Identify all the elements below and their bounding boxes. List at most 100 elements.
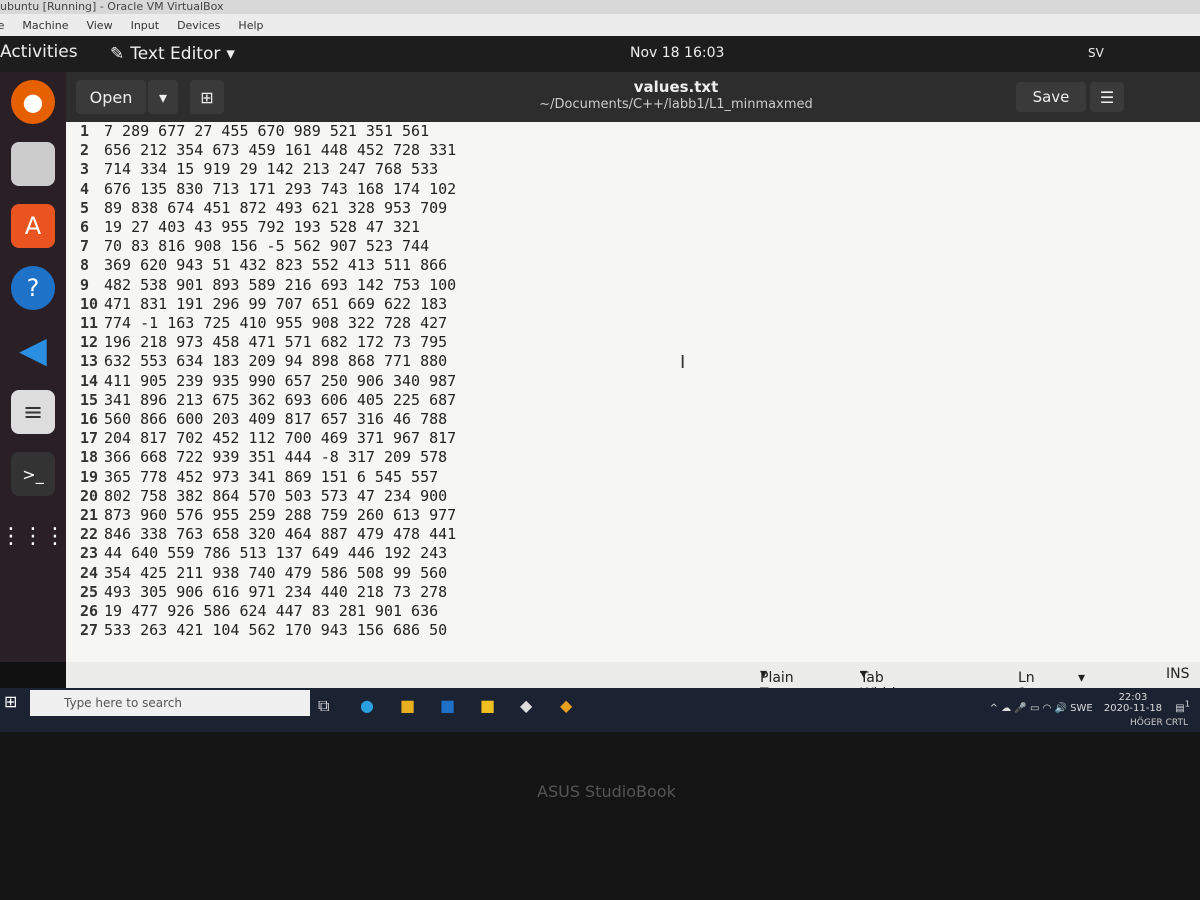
save-button[interactable]: Save <box>1016 82 1086 112</box>
line-number: 15 <box>80 390 99 409</box>
line-content: 471 831 191 296 99 707 651 669 622 183 <box>104 294 448 313</box>
system-tray: ^ ☁ 🎤 ▭ ◠ 🔊 SWE 22:03 2020-11-18 ▤1 <box>990 692 1190 714</box>
text-line: 5 89 838 674 451 872 493 621 328 953 709 <box>80 199 456 218</box>
text-line: 18 366 668 722 939 351 444 -8 317 209 578 <box>80 448 456 467</box>
line-content: 493 305 906 616 971 234 440 218 73 278 <box>104 582 448 601</box>
menu-item[interactable]: View <box>86 19 112 32</box>
chevron-down-icon: ▾ <box>226 44 235 64</box>
outlook-icon[interactable]: ■ <box>440 696 455 715</box>
text-line: 1 7 289 677 27 455 670 989 521 351 561 <box>80 122 456 141</box>
laptop-bezel: ASUS StudioBook <box>0 732 1200 900</box>
text-lines: 17 289 677 27 455 670 989 521 351 561 2 6 5… <box>80 122 456 640</box>
text-line: 16 560 866 600 203 409 817 657 316 46 788 <box>80 410 456 429</box>
line-number: 1 <box>80 122 90 140</box>
text-line: 9 482 538 901 893 589 216 693 142 753 100 <box>80 276 456 295</box>
text-line: 4 676 135 830 713 171 293 743 168 174 102 <box>80 180 456 199</box>
line-content: 19 477 926 586 624 447 83 281 901 636 <box>104 602 439 621</box>
new-document-button[interactable]: ⊞ <box>190 80 224 114</box>
vscode-icon[interactable]: ◀ <box>11 328 55 372</box>
keyboard-layout[interactable]: SV <box>1088 46 1104 60</box>
text-line: 15 341 896 213 675 362 693 606 405 225 68… <box>80 391 456 410</box>
line-number: 5 <box>80 198 90 217</box>
text-line: 21 873 960 576 955 259 288 759 260 613 97… <box>80 506 456 525</box>
text-editor-icon[interactable]: ≡ <box>11 390 55 434</box>
line-number: 10 <box>80 294 99 313</box>
taskbar-search[interactable]: Type here to search <box>30 690 310 716</box>
app-menu[interactable]: ✎ Text Editor ▾ <box>110 44 235 64</box>
task-view-icon[interactable]: ⧉ <box>318 696 329 716</box>
activities-button[interactable]: Activities <box>0 42 78 62</box>
text-cursor-icon: I <box>680 352 686 373</box>
menu-button[interactable]: ☰ <box>1090 82 1124 112</box>
insert-mode[interactable]: INS <box>1166 666 1190 682</box>
tab-width-selector[interactable]: Tab Width: 8 ▾ <box>860 666 905 718</box>
hamburger-icon: ☰ <box>1099 87 1115 107</box>
menu-item[interactable]: Input <box>131 19 159 32</box>
text-line: 27 533 263 421 104 562 170 943 156 686 50 <box>80 621 456 640</box>
line-number: 8 <box>80 256 90 275</box>
line-number: 25 <box>80 582 99 601</box>
datetime[interactable]: 22:03 2020-11-18 <box>1104 692 1162 714</box>
text-line: 11 774 -1 163 725 410 955 908 322 728 427 <box>80 314 456 333</box>
line-content: 676 135 830 713 171 293 743 168 174 102 <box>104 179 457 198</box>
line-content: 774 -1 163 725 410 955 908 322 728 427 <box>104 314 448 333</box>
app-menu-label: Text Editor <box>130 44 221 64</box>
line-number: 4 <box>80 179 90 198</box>
menu-item[interactable]: Devices <box>177 19 220 32</box>
virtualbox-icon[interactable]: ◆ <box>520 696 532 715</box>
menu-item[interactable]: Machine <box>22 19 68 32</box>
files-icon[interactable] <box>11 142 55 186</box>
text-line: 10 471 831 191 296 99 707 651 669 622 183 <box>80 295 456 314</box>
open-button[interactable]: Open <box>76 80 146 114</box>
line-content: 19 27 403 43 955 792 193 528 47 321 <box>104 218 421 237</box>
line-number: 17 <box>80 429 99 448</box>
firefox-icon[interactable]: ● <box>11 80 55 124</box>
text-line: 25 493 305 906 616 971 234 440 218 73 278 <box>80 583 456 602</box>
window-title: values.txt ~/Documents/C++/labb1/L1_minm… <box>506 78 846 113</box>
text-line: 12 196 218 973 458 471 571 682 172 73 795 <box>80 333 456 352</box>
line-content: 873 960 576 955 259 288 759 260 613 977 <box>104 506 457 525</box>
line-number: 14 <box>80 371 99 390</box>
line-number: 2 <box>80 141 90 160</box>
tray-icons[interactable]: ^ ☁ 🎤 ▭ ◠ 🔊 <box>990 703 1067 714</box>
line-number: 3 <box>80 160 90 179</box>
line-number: 27 <box>80 621 99 640</box>
text-line: 17 204 817 702 452 112 700 469 371 967 81… <box>80 429 456 448</box>
input-language[interactable]: SWE <box>1070 703 1093 714</box>
edge-icon[interactable]: ● <box>360 696 374 715</box>
windows-start-icon[interactable]: ⊞ <box>4 692 17 711</box>
help-icon[interactable]: ? <box>11 266 55 310</box>
terminal-icon[interactable]: >_ <box>11 452 55 496</box>
clock[interactable]: Nov 18 16:03 <box>630 45 724 61</box>
file-explorer-icon[interactable]: ■ <box>400 696 415 715</box>
line-content: 714 334 15 919 29 142 213 247 768 533 <box>104 160 439 179</box>
text-line: 24 354 425 211 938 740 479 586 508 99 560 <box>80 564 456 583</box>
notifications-icon[interactable]: ▤1 <box>1175 699 1190 714</box>
line-number: 23 <box>80 544 99 563</box>
text-line: 23 44 640 559 786 513 137 649 446 192 243 <box>80 544 456 563</box>
menu-item[interactable]: Help <box>238 19 263 32</box>
gnome-top-bar: Activities ✎ Text Editor ▾ Nov 18 16:03 SV <box>0 36 1200 72</box>
menu-item[interactable]: File <box>0 19 4 32</box>
open-dropdown-button[interactable]: ▾ <box>148 80 178 114</box>
line-content: 411 905 239 935 990 657 250 906 340 987 <box>104 371 457 390</box>
sticky-notes-icon[interactable]: ■ <box>480 696 495 715</box>
text-line: 7 70 83 816 908 156 -5 562 907 523 744 <box>80 237 456 256</box>
brand-logo: ASUS StudioBook <box>537 782 676 801</box>
gedit-header: Open ▾ ⊞ values.txt ~/Documents/C++/labb… <box>66 72 1200 122</box>
host-key-label: HÖGER CRTL <box>1130 718 1189 728</box>
show-apps-icon[interactable]: ⋮⋮⋮ <box>0 514 66 558</box>
line-content: 89 838 674 451 872 493 621 328 953 709 <box>104 198 448 217</box>
language-selector[interactable]: Plain Text ▾ <box>760 666 794 702</box>
line-content: 846 338 763 658 320 464 887 479 478 441 <box>104 525 457 544</box>
line-number: 7 <box>80 237 90 256</box>
virtualbox-title: ubuntu [Running] - Oracle VM VirtualBox <box>0 0 1200 14</box>
line-content: 560 866 600 203 409 817 657 316 46 788 <box>104 410 448 429</box>
line-number: 26 <box>80 602 99 621</box>
app-icon[interactable]: ◆ <box>560 696 572 715</box>
line-content: 341 896 213 675 362 693 606 405 225 687 <box>104 390 457 409</box>
text-editor-area[interactable]: 17 289 677 27 455 670 989 521 351 561 2 6 5… <box>66 122 1200 662</box>
software-icon[interactable]: A <box>11 204 55 248</box>
text-line: 22 846 338 763 658 320 464 887 479 478 44… <box>80 525 456 544</box>
text-line: 3 714 334 15 919 29 142 213 247 768 533 <box>80 160 456 179</box>
